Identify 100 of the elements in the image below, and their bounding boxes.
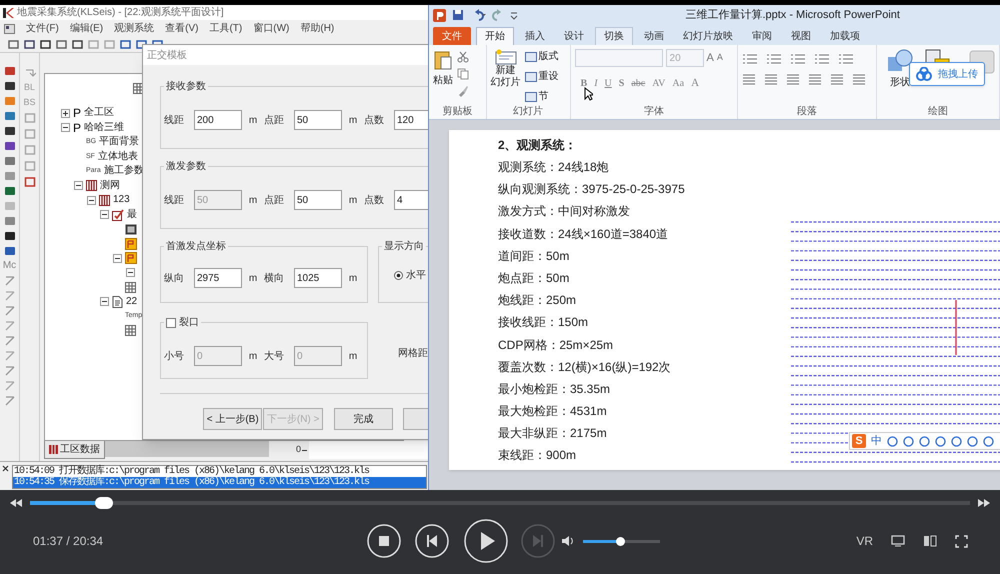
new-slide-button[interactable]: 新建 幻灯片 xyxy=(490,49,521,89)
ribbon-tab[interactable]: 切换 xyxy=(595,27,633,45)
tree-item[interactable]: 全工区 xyxy=(84,107,114,120)
ribbon-tab[interactable]: 插入 xyxy=(517,27,553,45)
menu-item[interactable]: 文件(F) xyxy=(26,21,59,36)
bottom-tab[interactable]: 工区数据 xyxy=(44,441,105,459)
collapse-icon[interactable] xyxy=(87,196,96,205)
ime-tool-icon[interactable] xyxy=(983,436,994,446)
play-button[interactable] xyxy=(464,519,508,563)
tool-icon[interactable] xyxy=(4,230,16,242)
input-field[interactable]: 120 xyxy=(394,110,428,130)
ribbon-tab[interactable]: 开始 xyxy=(476,27,514,45)
toolbar-icon[interactable] xyxy=(24,39,35,50)
toolbar-icon[interactable] xyxy=(56,39,67,50)
volume-icon[interactable] xyxy=(561,535,575,547)
tool-icon[interactable] xyxy=(4,125,16,137)
ribbon-tab[interactable]: 视图 xyxy=(783,27,819,45)
ribbon-tab[interactable]: 设计 xyxy=(556,27,592,45)
collapse-icon[interactable] xyxy=(74,181,83,190)
input-field[interactable]: 4 xyxy=(394,190,428,210)
align-icon[interactable] xyxy=(830,73,844,85)
ribbon-tab[interactable]: 审阅 xyxy=(744,27,780,45)
progress-handle[interactable] xyxy=(95,497,114,509)
ime-tool-icon[interactable] xyxy=(935,436,946,446)
document-icon[interactable] xyxy=(4,24,15,34)
ime-tool-icon[interactable] xyxy=(967,436,978,446)
align-icon[interactable] xyxy=(764,73,778,85)
screen-icon[interactable] xyxy=(891,535,905,547)
paste-button[interactable]: 粘贴 xyxy=(433,49,453,88)
align-icon[interactable] xyxy=(808,73,822,85)
shrink-font-button[interactable]: A xyxy=(716,51,723,65)
copy-icon[interactable] xyxy=(457,68,469,80)
list-icon[interactable] xyxy=(742,53,758,65)
collapse-icon[interactable] xyxy=(61,123,70,132)
volume-slider[interactable] xyxy=(583,540,660,542)
collapse-icon[interactable] xyxy=(100,210,109,220)
expand-icon[interactable] xyxy=(61,108,70,118)
save-icon[interactable] xyxy=(452,9,464,21)
menu-item[interactable]: 观测系统 xyxy=(114,21,154,36)
input-field[interactable]: 200 xyxy=(194,110,242,130)
input-field[interactable]: 2975 xyxy=(194,268,242,288)
toolbar-icon[interactable] xyxy=(120,39,131,50)
input-field[interactable]: 50 xyxy=(294,110,342,130)
dialog-button[interactable]: < 上一步(B) xyxy=(203,408,262,430)
grow-font-button[interactable]: A xyxy=(706,50,714,66)
tree-item[interactable]: 最 xyxy=(127,208,137,221)
collapse-icon[interactable] xyxy=(100,297,109,306)
reset-button[interactable]: 重设 xyxy=(524,69,559,84)
radio-button[interactable] xyxy=(394,271,403,280)
menu-item[interactable]: 工具(T) xyxy=(209,21,242,36)
fullscreen-icon[interactable] xyxy=(955,534,968,548)
font-name-field[interactable] xyxy=(574,49,663,67)
input-field[interactable]: 50 xyxy=(294,190,342,210)
tree-item[interactable]: 哈哈三维 xyxy=(84,122,124,134)
toolbar-icon[interactable] xyxy=(72,39,83,50)
ime-tool-icon[interactable] xyxy=(887,436,898,446)
collapse-icon[interactable] xyxy=(126,268,135,278)
ribbon-tab[interactable]: 文件 xyxy=(433,27,471,45)
ime-tool-icon[interactable] xyxy=(951,436,962,446)
cut-icon[interactable] xyxy=(457,51,469,63)
menu-item[interactable]: 编辑(E) xyxy=(70,21,104,36)
align-icon[interactable] xyxy=(786,73,800,85)
toolbar-icon[interactable] xyxy=(40,39,51,50)
dialog-button[interactable]: 完成 xyxy=(334,408,394,430)
ribbon-tab[interactable]: 幻灯片放映 xyxy=(675,27,741,45)
close-icon[interactable] xyxy=(1,465,11,473)
tool-icon[interactable] xyxy=(4,140,16,152)
ime-tool-icon[interactable] xyxy=(903,436,914,446)
tree-item[interactable]: 22 xyxy=(126,296,138,308)
tree-item[interactable]: 测网 xyxy=(100,180,120,192)
upload-popup[interactable]: 拖拽上传 xyxy=(909,62,985,86)
ribbon-tab[interactable]: 动画 xyxy=(636,27,672,45)
tree-item[interactable]: 123 xyxy=(113,194,130,206)
previous-button[interactable] xyxy=(415,524,449,558)
brush-icon[interactable] xyxy=(457,85,469,97)
vr-button[interactable]: VR xyxy=(856,532,873,550)
ime-tool-icon[interactable] xyxy=(919,436,930,446)
volume-handle[interactable] xyxy=(616,536,625,546)
tree-item[interactable]: 平面背景 xyxy=(99,136,140,148)
stop-button[interactable] xyxy=(367,524,401,558)
list-icon[interactable] xyxy=(790,53,806,65)
tree-item[interactable]: 立体地表 xyxy=(98,150,138,163)
section-button[interactable]: 节 xyxy=(524,89,559,104)
customize-icon[interactable] xyxy=(510,10,518,20)
tool-icon[interactable] xyxy=(4,80,16,92)
ribbon-tab[interactable]: 加载项 xyxy=(822,27,868,45)
list-icon[interactable] xyxy=(838,53,854,65)
checkbox[interactable] xyxy=(166,318,176,328)
menu-item[interactable]: 查看(V) xyxy=(165,21,198,36)
align-icon[interactable] xyxy=(742,73,756,85)
align-icon[interactable] xyxy=(852,73,866,85)
menu-item[interactable]: 帮助(H) xyxy=(300,21,334,36)
layout-button[interactable]: 版式 xyxy=(524,49,559,64)
log-line[interactable]: 10:54:09 打开数据库:c:\program files (x86)\kelang 6.0\klseis\123\123.kls xyxy=(13,466,426,477)
collapse-icon[interactable] xyxy=(113,254,122,263)
input-field[interactable]: 1025 xyxy=(294,268,342,288)
list-icon[interactable] xyxy=(766,53,782,65)
panel-icon[interactable] xyxy=(923,535,937,547)
list-icon[interactable] xyxy=(814,53,830,65)
fast-forward-icon[interactable] xyxy=(978,499,990,507)
